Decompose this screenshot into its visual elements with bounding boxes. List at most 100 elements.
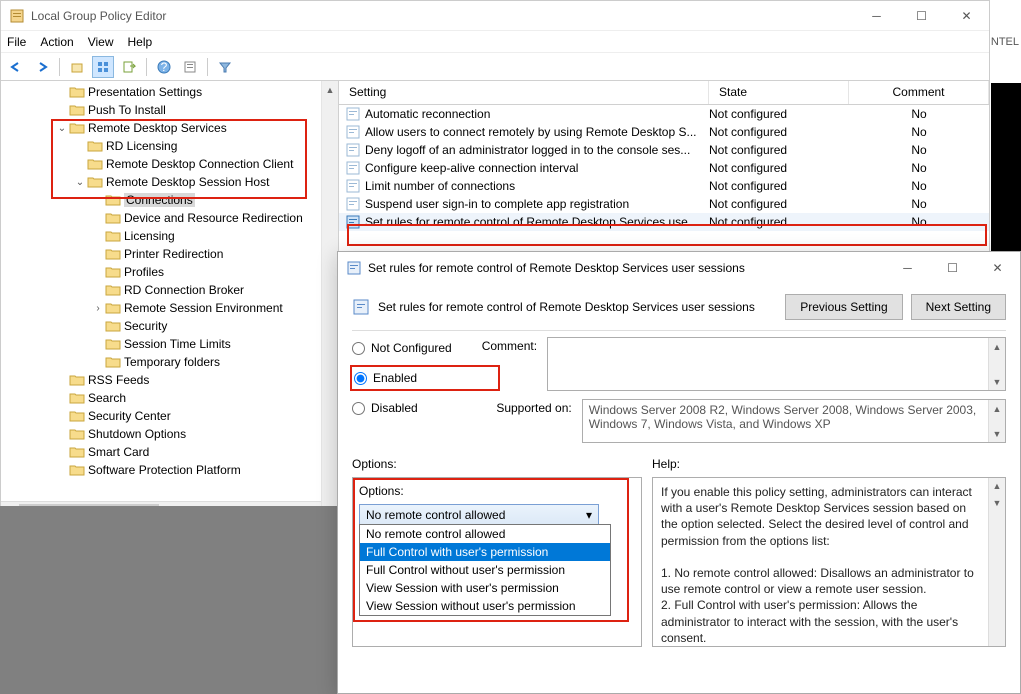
tree-item[interactable]: ›Remote Session Environment xyxy=(1,299,338,317)
tree-item[interactable]: ⌄Remote Desktop Session Host xyxy=(1,173,338,191)
tree-item[interactable]: Device and Resource Redirection xyxy=(1,209,338,227)
setting-name: Configure keep-alive connection interval xyxy=(365,161,578,175)
options-combobox[interactable]: No remote control allowed ▾ xyxy=(359,504,599,526)
tree-item[interactable]: Licensing xyxy=(1,227,338,245)
menu-view[interactable]: View xyxy=(88,35,114,49)
setting-name: Automatic reconnection xyxy=(365,107,490,121)
options-heading: Options: xyxy=(352,457,642,471)
setting-comment: No xyxy=(849,161,989,175)
setting-name: Set rules for remote control of Remote D… xyxy=(365,215,698,229)
setting-state: Not configured xyxy=(709,143,849,157)
tree-item[interactable]: Connections xyxy=(1,191,338,209)
tree-label: Software Protection Platform xyxy=(88,463,241,477)
col-comment[interactable]: Comment xyxy=(849,81,989,104)
tree-item[interactable]: RD Licensing xyxy=(1,137,338,155)
folder-icon xyxy=(87,157,103,171)
tree-label: Shutdown Options xyxy=(88,427,186,441)
radio-disabled[interactable]: Disabled xyxy=(352,401,452,415)
setting-icon xyxy=(345,160,361,176)
right-fragment: NTEL xyxy=(991,36,1019,48)
setting-comment: No xyxy=(849,143,989,157)
tree-item[interactable]: Profiles xyxy=(1,263,338,281)
tree-label: RD Connection Broker xyxy=(124,283,244,297)
close-button[interactable]: ✕ xyxy=(944,1,989,31)
tree-item[interactable]: Printer Redirection xyxy=(1,245,338,263)
tree-item[interactable]: Temporary folders xyxy=(1,353,338,371)
combobox-option[interactable]: Full Control without user's permission xyxy=(360,561,610,579)
previous-setting-button[interactable]: Previous Setting xyxy=(785,294,902,320)
window-title: Local Group Policy Editor xyxy=(31,9,854,23)
filter-button[interactable] xyxy=(214,56,236,78)
tree-item[interactable]: Software Protection Platform xyxy=(1,461,338,479)
maximize-button[interactable]: ☐ xyxy=(899,1,944,31)
tree-item[interactable]: RD Connection Broker xyxy=(1,281,338,299)
up-button[interactable] xyxy=(66,56,88,78)
help-text: If you enable this policy setting, admin… xyxy=(661,485,975,647)
folder-icon xyxy=(105,355,121,369)
minimize-button[interactable]: ─ xyxy=(854,1,899,31)
combobox-option[interactable]: View Session with user's permission xyxy=(360,579,610,597)
tree-label: Remote Desktop Connection Client xyxy=(106,157,293,171)
prop-button[interactable] xyxy=(179,56,201,78)
radio-not-configured[interactable]: Not Configured xyxy=(352,341,452,355)
combobox-dropdown[interactable]: No remote control allowedFull Control wi… xyxy=(359,524,611,616)
combobox-option[interactable]: Full Control with user's permission xyxy=(360,543,610,561)
dlg-close-button[interactable]: ✕ xyxy=(975,253,1020,283)
setting-comment: No xyxy=(849,107,989,121)
forward-button[interactable] xyxy=(31,56,53,78)
expand-icon[interactable]: › xyxy=(91,303,105,314)
menu-file[interactable]: File xyxy=(7,35,26,49)
collapse-icon[interactable]: ⌄ xyxy=(55,123,69,134)
tree-item[interactable]: Search xyxy=(1,389,338,407)
menu-help[interactable]: Help xyxy=(128,35,153,49)
combobox-option[interactable]: No remote control allowed xyxy=(360,525,610,543)
col-setting[interactable]: Setting xyxy=(339,81,709,104)
folder-icon xyxy=(105,283,121,297)
list-row[interactable]: Deny logoff of an administrator logged i… xyxy=(339,141,989,159)
folder-icon xyxy=(105,319,121,333)
dlg-maximize-button[interactable]: ☐ xyxy=(930,253,975,283)
tree-button[interactable] xyxy=(92,56,114,78)
tree-item[interactable]: RSS Feeds xyxy=(1,371,338,389)
menu-action[interactable]: Action xyxy=(40,35,73,49)
folder-icon xyxy=(105,301,121,315)
list-row[interactable]: Automatic reconnectionNot configuredNo xyxy=(339,105,989,123)
list-row[interactable]: Configure keep-alive connection interval… xyxy=(339,159,989,177)
folder-icon xyxy=(69,121,85,135)
folder-icon xyxy=(69,463,85,477)
tree-item[interactable]: ⌄Remote Desktop Services xyxy=(1,119,338,137)
tree-label: Search xyxy=(88,391,126,405)
folder-icon xyxy=(69,373,85,387)
list-row[interactable]: Limit number of connectionsNot configure… xyxy=(339,177,989,195)
tree-label: Presentation Settings xyxy=(88,85,202,99)
radio-enabled[interactable]: Enabled xyxy=(354,371,417,385)
setting-name: Limit number of connections xyxy=(365,179,515,193)
tree-item[interactable]: Smart Card xyxy=(1,443,338,461)
setting-name: Allow users to connect remotely by using… xyxy=(365,125,696,139)
list-row[interactable]: Allow users to connect remotely by using… xyxy=(339,123,989,141)
tree-item[interactable]: Push To Install xyxy=(1,101,338,119)
list-row[interactable]: Set rules for remote control of Remote D… xyxy=(339,213,989,231)
tree-item[interactable]: Security Center xyxy=(1,407,338,425)
tree-label: Connections xyxy=(124,193,195,207)
supported-label: Supported on: xyxy=(482,399,572,443)
export-button[interactable] xyxy=(118,56,140,78)
tree-item[interactable]: Presentation Settings xyxy=(1,83,338,101)
tree-item[interactable]: Session Time Limits xyxy=(1,335,338,353)
comment-textarea[interactable]: ▲▼ xyxy=(547,337,1006,391)
tree-item[interactable]: Shutdown Options xyxy=(1,425,338,443)
back-button[interactable] xyxy=(5,56,27,78)
next-setting-button[interactable]: Next Setting xyxy=(911,294,1006,320)
combobox-option[interactable]: View Session without user's permission xyxy=(360,597,610,615)
list-row[interactable]: Suspend user sign-in to complete app reg… xyxy=(339,195,989,213)
radio-group: Not Configured Enabled Disabled xyxy=(352,337,452,443)
tree-item[interactable]: Remote Desktop Connection Client xyxy=(1,155,338,173)
dlg-minimize-button[interactable]: ─ xyxy=(885,253,930,283)
help-button[interactable]: ? xyxy=(153,56,175,78)
collapse-icon[interactable]: ⌄ xyxy=(73,177,87,188)
app-icon xyxy=(9,8,25,24)
col-state[interactable]: State xyxy=(709,81,849,104)
toolbar: ? xyxy=(1,53,989,81)
help-scrollbar[interactable]: ▲▼ xyxy=(988,478,1005,646)
tree-item[interactable]: Security xyxy=(1,317,338,335)
